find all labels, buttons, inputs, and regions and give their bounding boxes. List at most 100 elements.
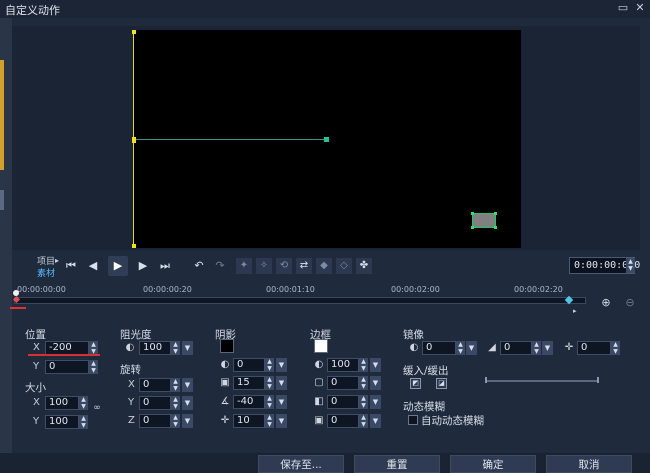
shadow-angle-input[interactable]: -40	[233, 395, 265, 409]
guide-handle-top[interactable]	[132, 30, 136, 34]
next-keyframe-icon[interactable]: ◇	[336, 258, 352, 274]
go-start-icon[interactable]: ⏮	[62, 257, 80, 275]
keyframe-start-marker[interactable]	[132, 137, 136, 143]
object-handle[interactable]	[494, 212, 497, 215]
shadow-blur-spinner[interactable]: ▲ ▼	[265, 376, 274, 390]
clip-object[interactable]	[472, 213, 496, 228]
object-handle[interactable]	[471, 226, 474, 229]
timecode-spinner[interactable]: ▲ ▼	[626, 258, 635, 273]
shadow-opacity-dropdown[interactable]: ▼	[276, 358, 287, 372]
rotation-y-input[interactable]: 0	[139, 396, 171, 410]
restore-icon[interactable]: ▭	[616, 1, 630, 15]
border-roundness-dropdown[interactable]: ▼	[370, 414, 381, 428]
auto-motion-blur-checkbox[interactable]	[408, 415, 418, 425]
rotation-z-dropdown[interactable]: ▼	[182, 414, 193, 428]
step-forward-icon[interactable]: ▶	[134, 257, 152, 275]
close-icon[interactable]: ✕	[633, 1, 647, 15]
border-roundness-spinner[interactable]: ▲ ▼	[359, 414, 368, 428]
opacity-spinner[interactable]: ▲ ▼	[171, 341, 180, 355]
size-y-label: Y	[33, 416, 40, 427]
shadow-angle-spinner[interactable]: ▲ ▼	[265, 395, 274, 409]
guide-handle-bottom[interactable]	[132, 244, 136, 248]
border-blur-input[interactable]: 0	[327, 395, 359, 409]
mirror-opacity-dropdown[interactable]: ▼	[466, 341, 477, 355]
rotation-x-spinner[interactable]: ▲ ▼	[171, 378, 180, 392]
mirror-distance-input[interactable]: 0	[577, 341, 611, 355]
motion-blur-title: 动态模糊	[403, 401, 445, 413]
rotation-y-spinner[interactable]: ▲ ▼	[171, 396, 180, 410]
size-x-input[interactable]: 100	[45, 396, 79, 410]
swap-keyframes-icon[interactable]: ⇄	[296, 258, 312, 274]
ease-slider[interactable]	[485, 380, 599, 382]
ok-button[interactable]: 确定	[450, 455, 536, 473]
shadow-distance-input[interactable]: 10	[233, 414, 265, 428]
remove-keyframe-icon[interactable]: ✧	[256, 258, 272, 274]
border-width-input[interactable]: 0	[327, 376, 359, 390]
mirror-fade-spinner[interactable]: ▲ ▼	[532, 341, 541, 355]
mirror-opacity-input[interactable]: 0	[422, 341, 456, 355]
mode-toggle-icon[interactable]: ▸	[55, 256, 59, 265]
shadow-blur-dropdown[interactable]: ▼	[276, 376, 287, 390]
rotation-x-input[interactable]: 0	[139, 378, 171, 392]
border-blur-dropdown[interactable]: ▼	[370, 395, 381, 409]
keyframe-settings-icon[interactable]: ✤	[356, 258, 372, 274]
opacity-input[interactable]: 100	[139, 341, 171, 355]
step-back-icon[interactable]: ◀	[84, 257, 102, 275]
rotation-z-spinner[interactable]: ▲ ▼	[171, 414, 180, 428]
mirror-distance-spinner[interactable]: ▲ ▼	[611, 341, 620, 355]
mirror-fade-dropdown[interactable]: ▼	[542, 341, 553, 355]
reverse-keyframes-icon[interactable]: ⟲	[276, 258, 292, 274]
border-width-dropdown[interactable]: ▼	[370, 376, 381, 390]
save-to-button[interactable]: 保存至...	[258, 455, 344, 473]
border-opacity-spinner[interactable]: ▲ ▼	[359, 358, 368, 372]
rotation-z-input[interactable]: 0	[139, 414, 171, 428]
object-handle[interactable]	[471, 212, 474, 215]
motion-path-end-point[interactable]	[324, 137, 329, 142]
position-x-label: X	[33, 342, 40, 353]
reset-button[interactable]: 重置	[354, 455, 440, 473]
shadow-distance-dropdown[interactable]: ▼	[276, 414, 287, 428]
position-x-spinner[interactable]: ▲ ▼	[89, 341, 98, 355]
border-roundness-input[interactable]: 0	[327, 414, 359, 428]
position-x-input[interactable]: -200	[45, 341, 89, 355]
add-keyframe-icon[interactable]: ✦	[236, 258, 252, 274]
border-color-swatch[interactable]	[314, 339, 328, 353]
size-y-input[interactable]: 100	[45, 415, 79, 429]
go-end-icon[interactable]: ⏭	[156, 257, 174, 275]
rotation-x-dropdown[interactable]: ▼	[182, 378, 193, 392]
annotation-underline	[28, 354, 100, 356]
zoom-out-icon[interactable]: ⊖	[624, 297, 636, 309]
link-aspect-icon[interactable]: ∞	[91, 402, 103, 414]
mirror-fade-input[interactable]: 0	[500, 341, 532, 355]
prev-keyframe-icon[interactable]: ◆	[316, 258, 332, 274]
border-width-spinner[interactable]: ▲ ▼	[359, 376, 368, 390]
border-opacity-input[interactable]: 100	[327, 358, 359, 372]
shadow-opacity-input[interactable]: 0	[233, 358, 265, 372]
rotation-title: 旋转	[120, 364, 141, 376]
background-accent	[0, 60, 4, 170]
shadow-opacity-spinner[interactable]: ▲ ▼	[265, 358, 274, 372]
play-icon[interactable]: ▶	[108, 256, 128, 276]
object-handle[interactable]	[494, 226, 497, 229]
undo-icon[interactable]: ↶	[190, 257, 208, 275]
size-x-spinner[interactable]: ▲ ▼	[79, 396, 88, 410]
clip-mode-label[interactable]: 素材	[37, 266, 55, 279]
opacity-dropdown[interactable]: ▼	[182, 341, 193, 355]
shadow-color-swatch[interactable]	[220, 339, 234, 353]
shadow-angle-dropdown[interactable]: ▼	[276, 395, 287, 409]
mirror-opacity-spinner[interactable]: ▲ ▼	[456, 341, 465, 355]
border-opacity-dropdown[interactable]: ▼	[370, 358, 381, 372]
ease-out-icon[interactable]: ◪	[436, 378, 447, 389]
redo-icon[interactable]: ↷	[211, 257, 229, 275]
rotation-y-dropdown[interactable]: ▼	[182, 396, 193, 410]
position-y-input[interactable]: 0	[45, 360, 89, 374]
ease-in-icon[interactable]: ◩	[410, 378, 421, 389]
size-y-spinner[interactable]: ▲ ▼	[79, 415, 88, 429]
border-blur-spinner[interactable]: ▲ ▼	[359, 395, 368, 409]
cancel-button[interactable]: 取消	[546, 455, 632, 473]
zoom-in-icon[interactable]: ⊕	[600, 297, 612, 309]
shadow-distance-spinner[interactable]: ▲ ▼	[265, 414, 274, 428]
keyframe-timeline[interactable]	[14, 297, 586, 304]
position-y-spinner[interactable]: ▲ ▼	[89, 360, 98, 374]
shadow-blur-input[interactable]: 15	[233, 376, 265, 390]
